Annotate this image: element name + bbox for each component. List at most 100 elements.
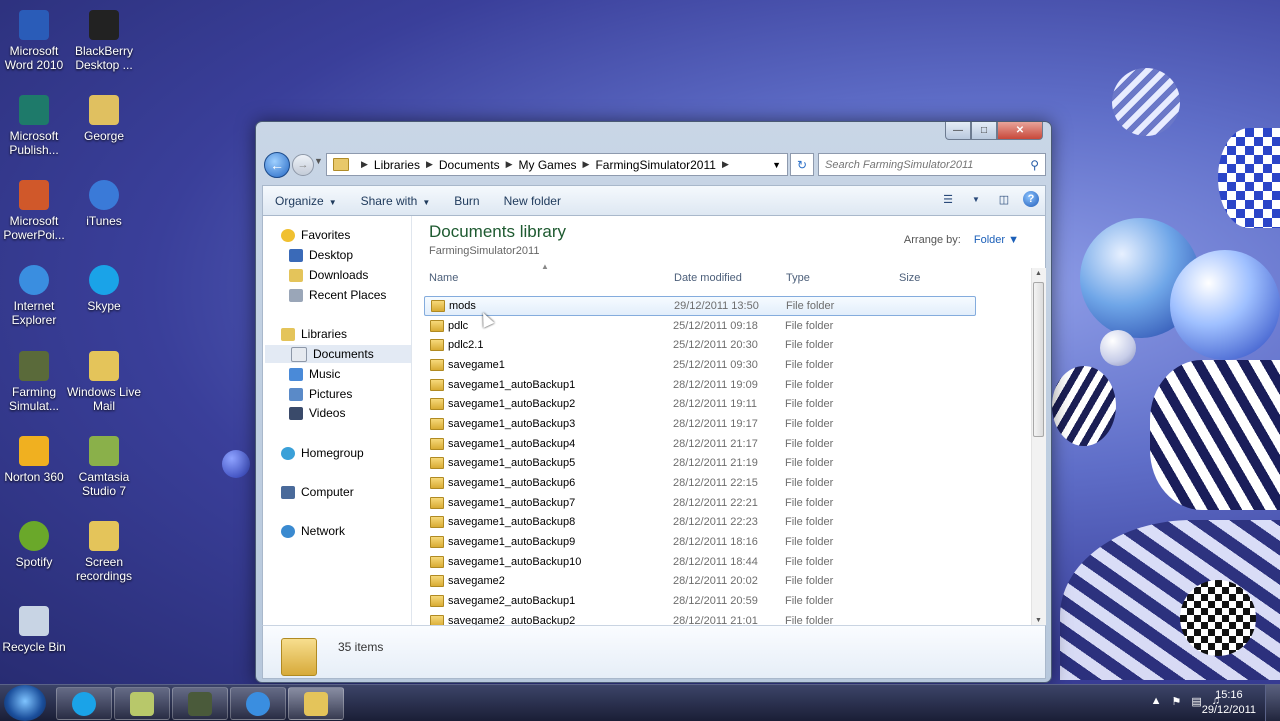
file-row[interactable]: savegame1 25/12/2011 09:30 File folder bbox=[424, 355, 976, 375]
file-row[interactable]: savegame1_autoBackup4 28/12/2011 21:17 Fil… bbox=[424, 434, 976, 454]
file-row[interactable]: savegame1_autoBackup1 28/12/2011 19:09 Fil… bbox=[424, 375, 976, 395]
search-box[interactable]: ⚲ bbox=[818, 153, 1046, 176]
file-row[interactable]: savegame1_autoBackup2 28/12/2011 19:11 Fil… bbox=[424, 394, 976, 414]
file-row[interactable]: savegame1_autoBackup5 28/12/2011 21:19 Fil… bbox=[424, 454, 976, 474]
action-center-icon[interactable]: ⚑ bbox=[1171, 695, 1181, 708]
desktop-icon-camtasia[interactable]: Camtasia Studio 7 bbox=[64, 436, 144, 498]
taskbar-farming-simulator[interactable] bbox=[172, 687, 228, 720]
desktop-icon-itunes[interactable]: iTunes bbox=[64, 180, 144, 228]
taskbar-internet-explorer[interactable] bbox=[230, 687, 286, 720]
file-name: savegame1_autoBackup9 bbox=[448, 536, 576, 549]
breadcrumb-my-games[interactable]: My Games bbox=[519, 158, 577, 172]
scroll-up-icon[interactable]: ▲ bbox=[1035, 270, 1042, 277]
file-row[interactable]: savegame1_autoBackup3 28/12/2011 19:17 Fil… bbox=[424, 414, 976, 434]
address-bar[interactable]: ▶ Libraries ▶ Documents ▶ My Games ▶ Far… bbox=[326, 153, 788, 176]
file-row[interactable]: pdlc 25/12/2011 09:18 File folder bbox=[424, 316, 976, 336]
help-icon[interactable]: ? bbox=[1023, 191, 1039, 207]
desktop-icon-publisher[interactable]: Microsoft Publish... bbox=[0, 95, 74, 157]
nav-computer[interactable]: Computer bbox=[281, 483, 354, 501]
column-header-type[interactable]: Type bbox=[786, 272, 810, 284]
file-row[interactable]: savegame1_autoBackup9 28/12/2011 18:16 Fil… bbox=[424, 532, 976, 552]
file-row[interactable]: savegame2_autoBackup1 28/12/2011 20:59 Fil… bbox=[424, 591, 976, 611]
nav-pictures[interactable]: Pictures bbox=[289, 385, 352, 403]
minimize-button[interactable]: — bbox=[945, 122, 971, 140]
nav-documents[interactable]: Documents bbox=[265, 345, 411, 363]
nav-recent-places[interactable]: Recent Places bbox=[289, 286, 386, 304]
taskbar-notes[interactable] bbox=[114, 687, 170, 720]
change-view-icon[interactable]: ☰ bbox=[939, 191, 957, 207]
refresh-button[interactable]: ↻ bbox=[790, 153, 814, 176]
nav-network[interactable]: Network bbox=[281, 522, 345, 540]
close-button[interactable]: ✕ bbox=[997, 122, 1043, 140]
network-status-icon[interactable]: ▤ bbox=[1191, 695, 1201, 708]
column-header-name[interactable]: Name bbox=[429, 272, 458, 284]
file-name: savegame1_autoBackup5 bbox=[448, 457, 576, 470]
file-row[interactable]: pdlc2.1 25/12/2011 20:30 File folder bbox=[424, 335, 976, 355]
vertical-scrollbar[interactable]: ▲ ▼ bbox=[1031, 268, 1046, 626]
breadcrumb-separator-icon[interactable]: ▶ bbox=[722, 159, 729, 170]
organize-button[interactable]: Organize ▼ bbox=[263, 194, 349, 208]
breadcrumb-separator-icon[interactable]: ▶ bbox=[361, 159, 368, 170]
nav-downloads[interactable]: Downloads bbox=[289, 266, 368, 284]
file-row[interactable]: savegame1_autoBackup6 28/12/2011 22:15 Fil… bbox=[424, 473, 976, 493]
maximize-button[interactable]: □ bbox=[971, 122, 997, 140]
desktop-icon-blackberry[interactable]: BlackBerry Desktop ... bbox=[64, 10, 144, 72]
nav-homegroup[interactable]: Homegroup bbox=[281, 444, 364, 462]
file-type: File folder bbox=[785, 555, 834, 568]
desktop-icon-internet-explorer[interactable]: Internet Explorer bbox=[0, 265, 74, 327]
preview-pane-icon[interactable]: ◫ bbox=[995, 191, 1013, 207]
desktop-icon-word[interactable]: Microsoft Word 2010 bbox=[0, 10, 74, 72]
start-button[interactable] bbox=[4, 685, 46, 721]
forward-button[interactable]: → bbox=[292, 154, 314, 176]
address-dropdown-icon[interactable]: ▼ bbox=[772, 160, 781, 170]
breadcrumb-separator-icon[interactable]: ▶ bbox=[583, 159, 590, 170]
desktop-icon-norton[interactable]: Norton 360 bbox=[0, 436, 74, 484]
breadcrumb-documents[interactable]: Documents bbox=[439, 158, 500, 172]
desktop-icon-windows-live-mail[interactable]: Windows Live Mail bbox=[64, 351, 144, 413]
chevron-down-icon: ▼ bbox=[422, 198, 431, 207]
scroll-down-icon[interactable]: ▼ bbox=[1035, 617, 1042, 624]
view-options-dropdown-icon[interactable]: ▼ bbox=[967, 191, 985, 207]
taskbar-explorer[interactable] bbox=[288, 687, 344, 720]
show-desktop-button[interactable] bbox=[1265, 685, 1280, 721]
file-row[interactable]: savegame1_autoBackup8 28/12/2011 22:23 Fil… bbox=[424, 513, 976, 533]
file-row[interactable]: savegame1_autoBackup7 28/12/2011 22:21 Fil… bbox=[424, 493, 976, 513]
arrange-by-dropdown[interactable]: Folder ▼ bbox=[974, 234, 1019, 246]
column-header-size[interactable]: Size bbox=[899, 272, 920, 284]
taskbar: ▲ ⚑ ▤ ♫ 15:16 29/12/2011 bbox=[0, 684, 1280, 721]
breadcrumb-farming-simulator[interactable]: FarmingSimulator2011 bbox=[595, 158, 716, 172]
clock[interactable]: 15:16 29/12/2011 bbox=[1202, 688, 1256, 718]
show-hidden-icons-icon[interactable]: ▲ bbox=[1151, 695, 1162, 708]
search-icon[interactable]: ⚲ bbox=[1030, 158, 1039, 172]
column-header-date-modified[interactable]: Date modified bbox=[674, 272, 742, 284]
desktop-icon-george[interactable]: George bbox=[64, 95, 144, 143]
desktop-icon-screen-recordings[interactable]: Screen recordings bbox=[64, 521, 144, 583]
desktop-icon-recycle-bin[interactable]: Recycle Bin bbox=[0, 606, 74, 654]
file-date-modified: 28/12/2011 22:15 bbox=[673, 477, 758, 490]
folder-icon bbox=[430, 437, 444, 450]
file-date-modified: 28/12/2011 18:16 bbox=[673, 536, 758, 549]
recent-pages-dropdown[interactable]: ▼ bbox=[314, 156, 323, 166]
taskbar-skype[interactable] bbox=[56, 687, 112, 720]
desktop-icon-farming-simulator[interactable]: Farming Simulat... bbox=[0, 351, 74, 413]
nav-music[interactable]: Music bbox=[289, 365, 340, 383]
breadcrumb-libraries[interactable]: Libraries bbox=[374, 158, 420, 172]
desktop-icon-skype[interactable]: Skype bbox=[64, 265, 144, 313]
breadcrumb-separator-icon[interactable]: ▶ bbox=[426, 159, 433, 170]
burn-button[interactable]: Burn bbox=[442, 194, 491, 208]
desktop-icon-spotify[interactable]: Spotify bbox=[0, 521, 74, 569]
search-input[interactable] bbox=[819, 157, 1022, 172]
desktop-icon-powerpoint[interactable]: Microsoft PowerPoi... bbox=[0, 180, 74, 242]
nav-favorites[interactable]: Favorites bbox=[281, 226, 350, 244]
new-folder-button[interactable]: New folder bbox=[492, 194, 573, 208]
share-with-button[interactable]: Share with ▼ bbox=[349, 194, 443, 208]
scrollbar-thumb[interactable] bbox=[1033, 282, 1044, 437]
nav-videos[interactable]: Videos bbox=[289, 404, 345, 422]
back-button[interactable]: ← bbox=[264, 152, 290, 178]
file-row[interactable]: savegame1_autoBackup10 28/12/2011 18:44 Fi… bbox=[424, 552, 976, 572]
nav-desktop[interactable]: Desktop bbox=[289, 246, 353, 264]
file-row[interactable]: savegame2 28/12/2011 20:02 File folder bbox=[424, 572, 976, 592]
nav-libraries[interactable]: Libraries bbox=[281, 325, 347, 343]
breadcrumb-separator-icon[interactable]: ▶ bbox=[506, 159, 513, 170]
file-row[interactable]: mods 29/12/2011 13:50 File folder bbox=[424, 296, 976, 316]
